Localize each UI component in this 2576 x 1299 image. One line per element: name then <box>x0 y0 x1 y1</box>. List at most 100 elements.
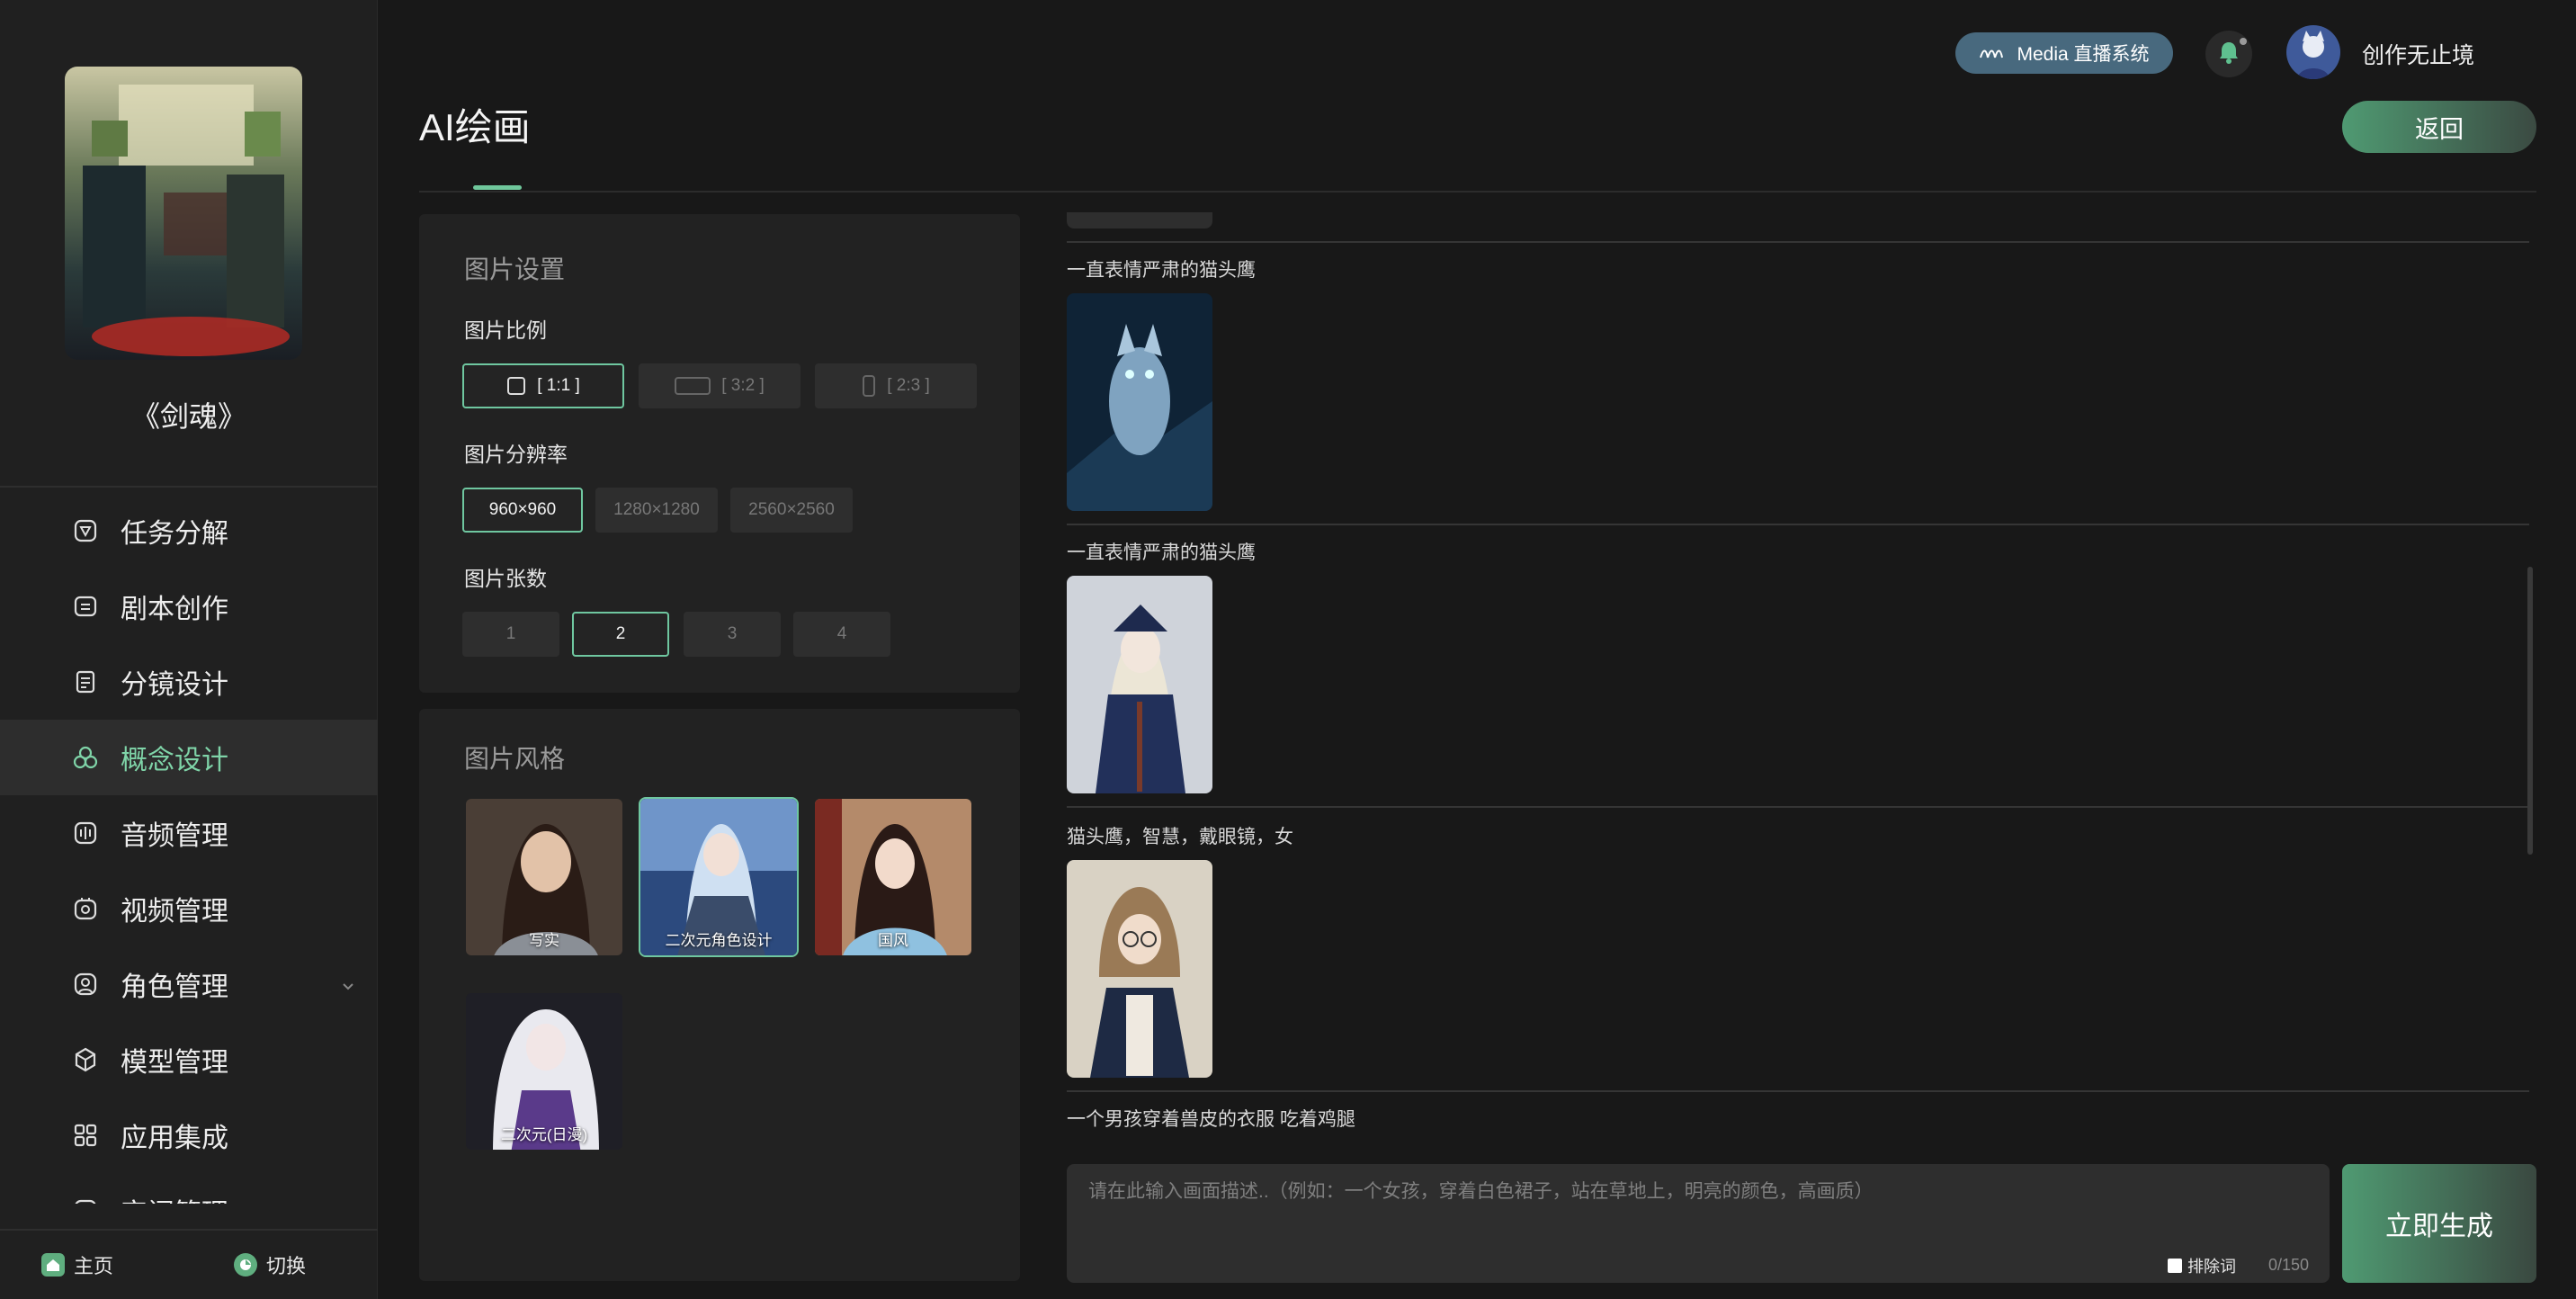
switch-icon <box>234 1253 258 1277</box>
sidebar-item-label: 模型管理 <box>121 1048 228 1078</box>
sidebar-divider <box>0 486 378 488</box>
count-option-1[interactable]: 1 <box>462 612 559 657</box>
style-label: 二次元角色设计 <box>665 932 773 949</box>
sidebar-item-label: 审阅管理 <box>121 1191 228 1204</box>
generated-image[interactable] <box>1067 576 1212 793</box>
sidebar-item-label: 角色管理 <box>121 972 228 1002</box>
square-ratio-icon <box>506 376 526 396</box>
home-label: 主页 <box>74 1255 114 1277</box>
ratio-label: 图片比例 <box>464 318 547 342</box>
generated-image[interactable] <box>1067 860 1212 1078</box>
project-cover-image[interactable] <box>65 67 302 360</box>
result-feed[interactable]: 一直表情严肃的猫头鹰 一直表情严肃的猫头鹰 猫头鹰，智慧，戴眼镜，女 一个男孩穿… <box>1067 212 2533 1139</box>
back-button[interactable]: 返回 <box>2342 101 2536 153</box>
sidebar-nav: 任务分解 剧本创作 分镜设计 概念设计 音频管理 视频管理 角色管理 模型管理 … <box>0 493 378 1204</box>
feed-prompt: 一个男孩穿着兽皮的衣服 吃着鸡腿 <box>1067 1109 1355 1130</box>
sidebar-item-apps[interactable]: 应用集成 <box>0 1097 378 1173</box>
sidebar-item-label: 分镜设计 <box>121 670 228 700</box>
style-label: 国风 <box>878 932 908 949</box>
chevron-down-icon[interactable] <box>338 973 358 993</box>
negative-words-checkbox[interactable] <box>2168 1259 2182 1273</box>
sidebar-footer: 主页 切换 <box>0 1229 378 1299</box>
count-option-2[interactable]: 2 <box>572 612 669 657</box>
storyboard-icon <box>72 668 99 695</box>
username[interactable]: 创作无止境 <box>2362 38 2474 70</box>
style-card-anime-character[interactable]: 二次元角色设计 <box>639 797 799 957</box>
switch-label: 切换 <box>266 1255 307 1277</box>
resolution-option-1280[interactable]: 1280×1280 <box>595 488 718 533</box>
sidebar-item-storyboard[interactable]: 分镜设计 <box>0 644 378 720</box>
ratio-option-1-1[interactable]: [ 1:1 ] <box>462 363 624 408</box>
sidebar-item-label: 应用集成 <box>121 1124 228 1153</box>
notification-button[interactable] <box>2205 31 2252 77</box>
sidebar-item-concept[interactable]: 概念设计 <box>0 720 378 795</box>
image-style-panel: 图片风格 写实 二次元角色设计 国风 二次元(日漫) <box>419 709 1020 1281</box>
sidebar-item-label: 音频管理 <box>121 821 228 851</box>
apps-icon <box>72 1122 99 1149</box>
landscape-ratio-icon <box>675 376 711 396</box>
ratio-option-2-3[interactable]: [ 2:3 ] <box>815 363 977 408</box>
prompt-input[interactable]: 请在此输入画面描述..（例如：一个女孩，穿着白色裙子，站在草地上，明亮的颜色，高… <box>1067 1164 2330 1283</box>
feed-prompt: 一直表情严肃的猫头鹰 <box>1067 260 1256 281</box>
feed-separator <box>1067 1090 2529 1092</box>
sidebar-item-label: 概念设计 <box>121 746 228 775</box>
media-logo-icon <box>1979 43 2009 63</box>
portrait-ratio-icon <box>862 375 876 397</box>
notification-dot <box>2240 38 2247 45</box>
style-label: 二次元(日漫) <box>500 1126 588 1143</box>
count-option-4[interactable]: 4 <box>793 612 890 657</box>
style-card-chinese-style[interactable]: 国风 <box>813 797 973 957</box>
concept-icon <box>72 744 99 771</box>
title-underline <box>473 185 522 190</box>
image-settings-panel: 图片设置 图片比例 [ 1:1 ] [ 3:2 ] [ 2:3 ] 图片分辨率 … <box>419 214 1020 693</box>
negative-words-toggle[interactable]: 排除词 <box>2168 1254 2236 1277</box>
style-label: 写实 <box>529 932 559 949</box>
page-title: AI绘画 <box>419 106 531 148</box>
feed-prompt: 猫头鹰，智慧，戴眼镜，女 <box>1067 827 1293 847</box>
resolution-label: 图片分辨率 <box>464 443 568 466</box>
home-icon <box>41 1253 65 1277</box>
sidebar-item-video[interactable]: 视频管理 <box>0 871 378 946</box>
resolution-option-2560[interactable]: 2560×2560 <box>730 488 853 533</box>
resolution-option-960[interactable]: 960×960 <box>462 488 583 533</box>
style-card-japanese-anime[interactable]: 二次元(日漫) <box>464 991 624 1151</box>
sidebar-item-label: 剧本创作 <box>121 595 228 624</box>
sidebar-item-task[interactable]: 任务分解 <box>0 493 378 569</box>
sidebar-item-model[interactable]: 模型管理 <box>0 1022 378 1097</box>
previous-image-tail <box>1067 212 1212 228</box>
video-icon <box>72 895 99 922</box>
feed-scrollbar[interactable] <box>2527 567 2533 855</box>
char-counter: 0/150 <box>2268 1256 2310 1274</box>
generate-button[interactable]: 立即生成 <box>2342 1164 2536 1283</box>
project-name: 《剑魂》 <box>130 400 246 433</box>
settings-title: 图片设置 <box>464 255 566 283</box>
feed-separator <box>1067 241 2529 243</box>
header-divider <box>419 191 2536 193</box>
switch-button[interactable]: 切换 <box>234 1250 306 1279</box>
negative-words-label: 排除词 <box>2187 1258 2236 1276</box>
audio-icon <box>72 820 99 847</box>
sidebar-item-audio[interactable]: 音频管理 <box>0 795 378 871</box>
count-label: 图片张数 <box>464 567 547 590</box>
sidebar-item-role[interactable]: 角色管理 <box>0 946 378 1022</box>
bell-icon <box>2215 39 2242 70</box>
style-title: 图片风格 <box>464 745 566 773</box>
model-icon <box>72 1046 99 1073</box>
sidebar-item-script[interactable]: 剧本创作 <box>0 569 378 644</box>
count-option-3[interactable]: 3 <box>684 612 781 657</box>
sidebar-item-label: 任务分解 <box>121 519 228 549</box>
media-live-button[interactable]: Media 直播系统 <box>1955 32 2173 74</box>
home-button[interactable]: 主页 <box>41 1250 113 1279</box>
sidebar-item-label: 视频管理 <box>121 897 228 927</box>
sidebar: 《剑魂》 任务分解 剧本创作 分镜设计 概念设计 音频管理 视频管理 角色管理 … <box>0 0 378 1299</box>
feed-prompt: 一直表情严肃的猫头鹰 <box>1067 542 1256 563</box>
script-icon <box>72 593 99 620</box>
media-label: Media 直播系统 <box>2017 44 2150 65</box>
generated-image[interactable] <box>1067 293 1212 511</box>
app-root: 《剑魂》 任务分解 剧本创作 分镜设计 概念设计 音频管理 视频管理 角色管理 … <box>0 0 2576 1299</box>
style-card-realistic[interactable]: 写实 <box>464 797 624 957</box>
avatar[interactable] <box>2286 25 2340 79</box>
sidebar-item-review[interactable]: 审阅管理 <box>0 1173 378 1204</box>
task-icon <box>72 517 99 544</box>
ratio-option-3-2[interactable]: [ 3:2 ] <box>639 363 801 408</box>
